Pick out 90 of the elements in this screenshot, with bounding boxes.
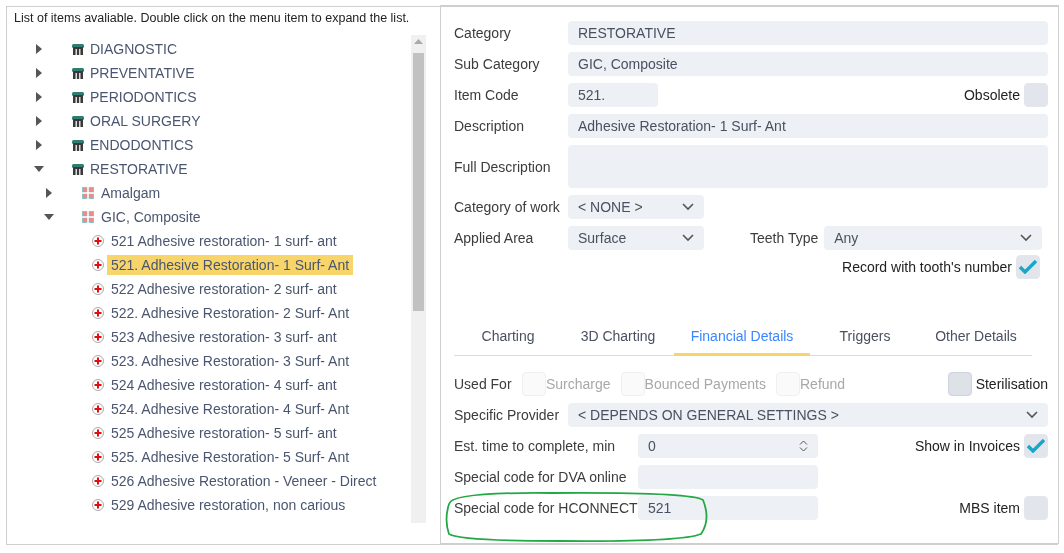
tree-item[interactable]: 523. Adhesive Restoration- 3 Surf- Ant [107, 351, 354, 371]
medical-cross-icon [92, 427, 104, 439]
tree-item[interactable]: 523 Adhesive restoration- 3 surf- ant [107, 327, 341, 347]
chevron-down-icon [682, 234, 694, 242]
item-code-field[interactable]: 521. [568, 83, 658, 107]
tree-item[interactable]: 521. Adhesive Restoration- 1 Surf- Ant [107, 255, 354, 275]
medical-cross-icon [92, 451, 104, 463]
tree-item[interactable]: 525 Adhesive restoration- 5 surf- ant [107, 423, 341, 443]
checkbox-label: Record with tooth's number [842, 259, 1012, 275]
tree-item[interactable]: 524. Adhesive Restoration- 4 Surf- Ant [107, 399, 354, 419]
medical-cross-icon [92, 403, 104, 415]
hconnect-code-field[interactable]: 521 [638, 496, 818, 520]
field-label: Special code for HCONNECT [454, 500, 638, 516]
field-label: Used For [454, 376, 513, 392]
checkbox[interactable] [1024, 83, 1048, 107]
applied-area-dropdown[interactable]: Surface [568, 226, 704, 250]
sub-category-field[interactable]: GIC, Composite [568, 52, 1048, 76]
tooth-icon [72, 163, 84, 175]
tree-item[interactable]: GIC, Composite [97, 207, 205, 227]
checkbox-label: Bounced Payments [644, 376, 766, 392]
medical-cross-icon [92, 331, 104, 343]
category-of-work-dropdown[interactable]: < NONE > [568, 195, 704, 219]
tree-item[interactable]: 526 Adhesive Restoration - Veneer - Direct [107, 471, 381, 491]
tooth-icon [72, 43, 84, 55]
scroll-up-icon[interactable] [414, 39, 423, 44]
tree-item[interactable]: 529 Adhesive restoration, non carious [107, 495, 350, 515]
field-label: Category [454, 25, 512, 41]
collapse-arrow-icon[interactable] [43, 214, 55, 220]
checkbox[interactable] [1016, 255, 1040, 279]
provider-dropdown[interactable]: < DEPENDS ON GENERAL SETTINGS > [568, 403, 1048, 427]
chevron-down-icon [1026, 411, 1038, 419]
checkbox-label: Surcharge [546, 376, 611, 392]
checkbox-label: Refund [800, 376, 846, 392]
tree-item[interactable]: 522. Adhesive Restoration- 2 Surf- Ant [107, 303, 354, 323]
chevron-down-icon [1020, 234, 1033, 242]
field-label: Description [454, 118, 526, 134]
tree-item[interactable]: DIAGNOSTIC [86, 39, 182, 59]
tree-item[interactable]: ORAL SURGERY [86, 111, 205, 131]
medical-cross-icon [92, 499, 104, 511]
checkbox[interactable] [947, 372, 972, 396]
tree-item[interactable]: 524 Adhesive restoration- 4 surf- ant [107, 375, 341, 395]
field-label: Applied Area [454, 230, 535, 246]
tree-item[interactable]: Amalgam [97, 183, 165, 203]
tree-item[interactable]: 521 Adhesive restoration- 1 surf- ant [107, 231, 341, 251]
field-label: Teeth Type [750, 230, 819, 246]
field-label: Specific Provider [454, 407, 561, 423]
tab[interactable]: Charting [454, 318, 562, 356]
tooth-icon [72, 115, 84, 127]
tab[interactable]: 3D Charting [562, 318, 674, 356]
category-field[interactable]: RESTORATIVE [568, 21, 1048, 45]
medical-cross-icon [92, 475, 104, 487]
medical-cross-icon [92, 307, 104, 319]
checkbox-label: Sterilisation [975, 376, 1048, 392]
grid-icon [82, 211, 94, 223]
medical-cross-icon [92, 283, 104, 295]
collapse-arrow-icon[interactable] [33, 166, 45, 172]
field-label: Special code for DVA online [454, 469, 628, 485]
field-label: Full Description [454, 158, 552, 175]
medical-cross-icon [92, 355, 104, 367]
description-field[interactable]: Adhesive Restoration- 1 Surf- Ant [568, 114, 1048, 138]
field-label: Sub Category [454, 56, 541, 72]
checkbox-label: Show in Invoices [914, 438, 1020, 454]
tree-item[interactable]: RESTORATIVE [86, 159, 192, 179]
checkbox-label: MBS item [959, 500, 1020, 516]
checkbox[interactable] [1024, 434, 1048, 458]
tab[interactable]: Triggers [810, 318, 920, 356]
tree-item[interactable]: 522 Adhesive restoration- 2 surf- ant [107, 279, 341, 299]
time-spinner[interactable]: 0 [638, 434, 818, 458]
chevron-down-icon [682, 203, 694, 211]
scrollbar[interactable] [411, 35, 426, 523]
medical-cross-icon [92, 379, 104, 391]
tooth-icon [72, 91, 84, 103]
checkbox[interactable] [1024, 496, 1048, 520]
tree-item[interactable]: PREVENTATIVE [86, 63, 199, 83]
field-label: Category of work [454, 199, 561, 215]
grid-icon [82, 187, 94, 199]
tree-item[interactable]: 525. Adhesive Restoration- 5 Surf- Ant [107, 447, 354, 467]
instruction-text: List of items avaliable. Double click on the menu item to expand the list. [14, 11, 411, 25]
checkbox-label: Obsolete [963, 87, 1020, 103]
field-label: Item Code [454, 87, 520, 103]
tab[interactable]: Other Details [920, 318, 1032, 356]
tree-item[interactable]: PERIODONTICS [86, 87, 201, 107]
field-label: Est. time to complete, min [454, 438, 617, 454]
tab[interactable]: Financial Details [674, 318, 810, 356]
teeth-type-dropdown[interactable]: Any [824, 226, 1043, 250]
tooth-icon [72, 67, 84, 79]
medical-cross-icon [92, 235, 104, 247]
medical-cross-icon [92, 259, 104, 271]
tree-item[interactable]: ENDODONTICS [86, 135, 198, 155]
tooth-icon [72, 139, 84, 151]
